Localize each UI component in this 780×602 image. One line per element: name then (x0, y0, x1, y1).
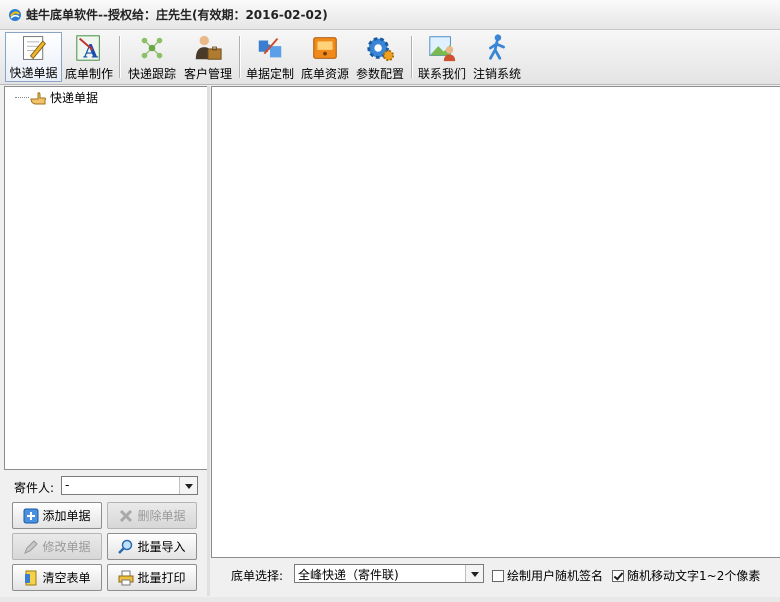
tree-node-label: 快递单据 (50, 91, 99, 105)
puzzle-pieces-icon (258, 38, 282, 58)
toolbar-label: 快递跟踪 (127, 67, 176, 81)
toolbar-parameter-settings[interactable]: 参数配置 (353, 32, 407, 82)
toolbar-label: 底单资源 (300, 67, 349, 81)
toolbar-label: 单据定制 (245, 67, 294, 81)
template-select-value: 全峰快递（寄件联) (298, 568, 399, 582)
random-move-checkbox[interactable]: 随机移动文字1~2个像素 (612, 567, 760, 584)
random-signature-checkbox[interactable]: 绘制用户随机签名 (492, 567, 603, 584)
random-move-label: 随机移动文字1~2个像素 (627, 569, 761, 583)
toolbar-label: 底单制作 (64, 67, 113, 81)
edit-form-icon (22, 36, 46, 60)
edit-form-button[interactable]: 修改单据 (12, 533, 102, 560)
batch-import-button[interactable]: 批量导入 (107, 533, 197, 560)
text-design-icon: A (76, 35, 100, 62)
chevron-down-icon[interactable] (179, 477, 197, 494)
checkbox-box-checked[interactable] (612, 569, 624, 582)
sender-select[interactable]: - (61, 476, 198, 495)
magnifier-icon (118, 539, 133, 554)
toolbar-logout[interactable]: 注销系统 (470, 32, 524, 82)
add-form-button[interactable]: 添加单据 (12, 502, 102, 529)
toolbar-separator (119, 36, 120, 78)
bottom-options-bar: 底单选择: 全峰快递（寄件联) 绘制用户随机签名 随机移动文字1~2个像素 (211, 558, 780, 596)
toolbar-template-resources[interactable]: 底单资源 (298, 32, 352, 82)
toolbar-form-customize[interactable]: 单据定制 (243, 32, 297, 82)
toolbar-label: 参数配置 (355, 67, 404, 81)
gears-icon (367, 37, 395, 62)
customer-briefcase-icon (195, 35, 222, 60)
printer-icon (118, 570, 134, 585)
network-nodes-icon (141, 37, 163, 59)
random-signature-label: 绘制用户随机签名 (507, 569, 604, 583)
tree-connector (15, 97, 29, 98)
batch-print-label: 批量打印 (137, 571, 186, 585)
batch-import-label: 批量导入 (137, 540, 186, 554)
plus-icon (23, 508, 39, 523)
template-select[interactable]: 全峰快递（寄件联) (294, 564, 484, 583)
toolbar-express-forms[interactable]: 快递单据 (5, 32, 62, 82)
sender-select-value: - (65, 478, 70, 492)
main-toolbar: 快递单据 A 底单制作 快递跟踪 客户管理 单据定制 底单资源 参数配置 联系我… (0, 30, 780, 85)
walking-person-icon (489, 34, 505, 60)
checkbox-box[interactable] (492, 569, 504, 582)
left-controls: 寄件人: - 添加单据 删除单据 修改单据 批量导入 清空表单 批量打印 (4, 470, 206, 596)
edit-form-label: 修改单据 (42, 540, 91, 554)
sender-label: 寄件人: (14, 481, 55, 495)
app-swirl-icon (9, 8, 21, 21)
toolbar-customer-management[interactable]: 客户管理 (181, 32, 235, 82)
contact-person-icon (429, 36, 456, 62)
toolbar-template-design[interactable]: A 底单制作 (63, 32, 115, 82)
orange-box-icon (313, 37, 337, 59)
delete-form-button[interactable]: 删除单据 (107, 502, 197, 529)
title-bar: 蛙牛底单软件--授权给：庄先生(有效期：2016-02-02) (0, 0, 780, 30)
toolbar-express-tracking[interactable]: 快递跟踪 (124, 32, 180, 82)
window-bottom-edge (0, 597, 780, 602)
delete-form-label: 删除单据 (137, 509, 186, 523)
hand-pointer-icon (30, 91, 46, 104)
batch-print-button[interactable]: 批量打印 (107, 564, 197, 591)
toolbar-label: 联系我们 (417, 67, 466, 81)
tree-node-express-forms[interactable]: 快递单据 (29, 89, 98, 106)
toolbar-separator (239, 36, 240, 78)
delete-x-icon (120, 509, 133, 522)
tree-panel: 快递单据 (4, 86, 208, 470)
toolbar-contact-us[interactable]: 联系我们 (415, 32, 469, 82)
toolbar-separator (411, 36, 412, 78)
add-form-label: 添加单据 (42, 509, 91, 523)
toolbar-label: 快递单据 (9, 66, 58, 80)
window-title: 蛙牛底单软件--授权给：庄先生(有效期：2016-02-02) (26, 8, 328, 22)
panel-splitter[interactable] (207, 86, 210, 596)
content-panel (211, 86, 780, 558)
template-select-label: 底单选择: (231, 569, 284, 583)
clear-form-label: 清空表单 (42, 571, 91, 585)
toolbar-label: 客户管理 (183, 67, 232, 81)
clear-form-button[interactable]: 清空表单 (12, 564, 102, 591)
clear-document-icon (25, 570, 37, 585)
toolbar-label: 注销系统 (472, 67, 521, 81)
pencil-icon (24, 539, 39, 554)
chevron-down-icon[interactable] (465, 565, 483, 582)
